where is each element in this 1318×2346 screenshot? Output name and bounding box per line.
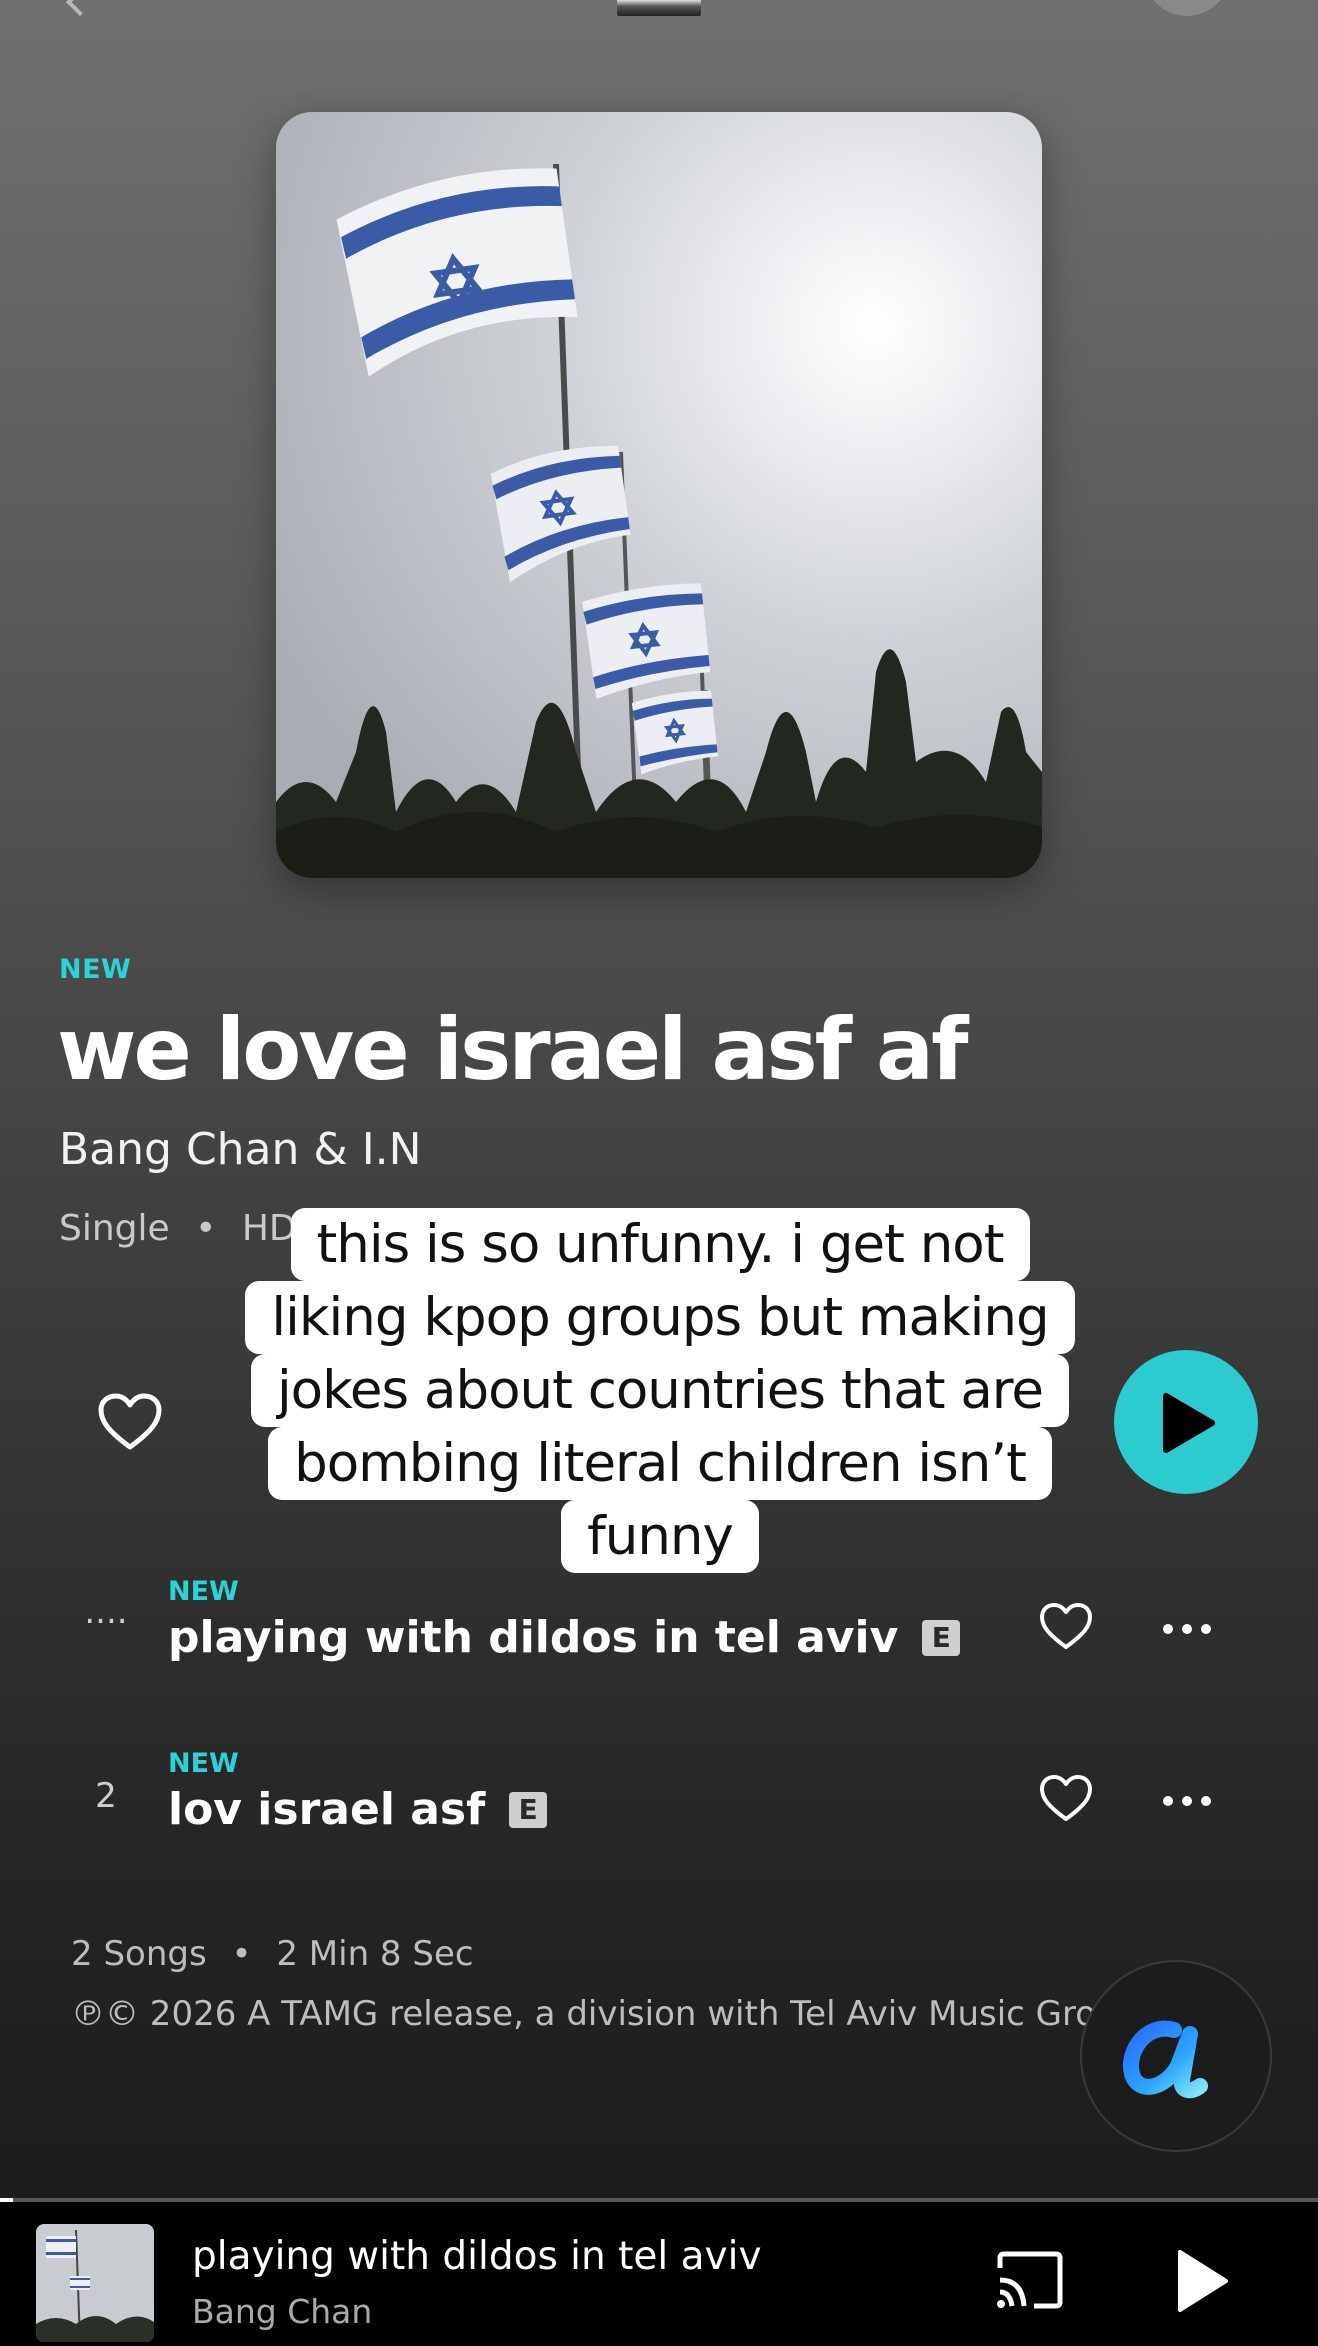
- mini-play-button[interactable]: [1176, 2248, 1230, 2314]
- header-action-button[interactable]: [1144, 0, 1230, 16]
- alexa-button[interactable]: [1080, 1960, 1272, 2152]
- album-stats: 2 Songs • 2 Min 8 Sec: [71, 1934, 474, 1974]
- explicit-badge: E: [922, 1619, 961, 1656]
- favorite-track-button[interactable]: [1039, 1602, 1093, 1654]
- now-playing-artist[interactable]: Bang Chan: [192, 2292, 372, 2331]
- track-title: lov israel asf: [168, 1784, 486, 1835]
- heart-outline-icon: [1040, 1603, 1092, 1649]
- caption-line: bombing literal children isn’t: [268, 1427, 1052, 1500]
- artist-link[interactable]: Bang Chan & I.N: [59, 1124, 422, 1175]
- back-chevron-icon[interactable]: [65, 0, 95, 17]
- album-type: Single: [59, 1208, 170, 1249]
- more-horizontal-icon: [1163, 1624, 1211, 1634]
- more-horizontal-icon: [1163, 1796, 1211, 1806]
- mini-player-artwork[interactable]: [36, 2224, 154, 2342]
- track-number: 2: [95, 1776, 117, 1816]
- track-row[interactable]: 2 NEW lov israel asf E: [0, 1742, 1318, 1852]
- play-album-button[interactable]: [1114, 1350, 1258, 1494]
- new-badge: NEW: [59, 954, 132, 985]
- cast-icon: [997, 2251, 1063, 2309]
- now-playing-title[interactable]: playing with dildos in tel aviv: [192, 2234, 762, 2279]
- caption-line: funny: [561, 1500, 759, 1573]
- favorite-album-button[interactable]: [98, 1393, 162, 1451]
- album-artwork: [276, 112, 1042, 878]
- album-duration: 2 Min 8 Sec: [276, 1934, 474, 1974]
- copyright-text: ℗© 2026 A TAMG release, a division with …: [71, 1994, 1140, 2034]
- alexa-icon: [1122, 2020, 1208, 2099]
- track-more-button[interactable]: [1162, 1620, 1212, 1639]
- track-title-row: playing with dildos in tel aviv E: [168, 1612, 961, 1663]
- stats-separator: •: [231, 1934, 252, 1974]
- track-new-badge: NEW: [168, 1748, 239, 1779]
- play-icon: [1178, 2250, 1228, 2312]
- song-count: 2 Songs: [71, 1934, 207, 1974]
- track-new-badge: NEW: [168, 1576, 239, 1607]
- favorite-track-button[interactable]: [1039, 1774, 1093, 1826]
- heart-outline-icon: [1040, 1775, 1092, 1821]
- cast-button[interactable]: [994, 2250, 1064, 2310]
- caption-line: jokes about countries that are: [250, 1354, 1070, 1427]
- caption-line: this is so unfunny. i get not: [290, 1208, 1030, 1281]
- track-number: ....: [84, 1592, 128, 1632]
- track-row[interactable]: .... NEW playing with dildos in tel aviv…: [0, 1570, 1318, 1680]
- caption-overlay: this is so unfunny. i get not liking kpo…: [210, 1208, 1110, 1573]
- play-icon: [1163, 1393, 1215, 1453]
- caption-line: liking kpop groups but making: [245, 1281, 1075, 1354]
- track-title: playing with dildos in tel aviv: [168, 1612, 899, 1663]
- track-more-button[interactable]: [1162, 1792, 1212, 1811]
- album-title: we love israel asf af: [57, 1000, 968, 1100]
- heart-outline-icon: [98, 1393, 162, 1450]
- explicit-badge: E: [509, 1791, 548, 1828]
- header-artwork-thumbnail: [617, 0, 701, 16]
- track-title-row: lov israel asf E: [168, 1784, 548, 1835]
